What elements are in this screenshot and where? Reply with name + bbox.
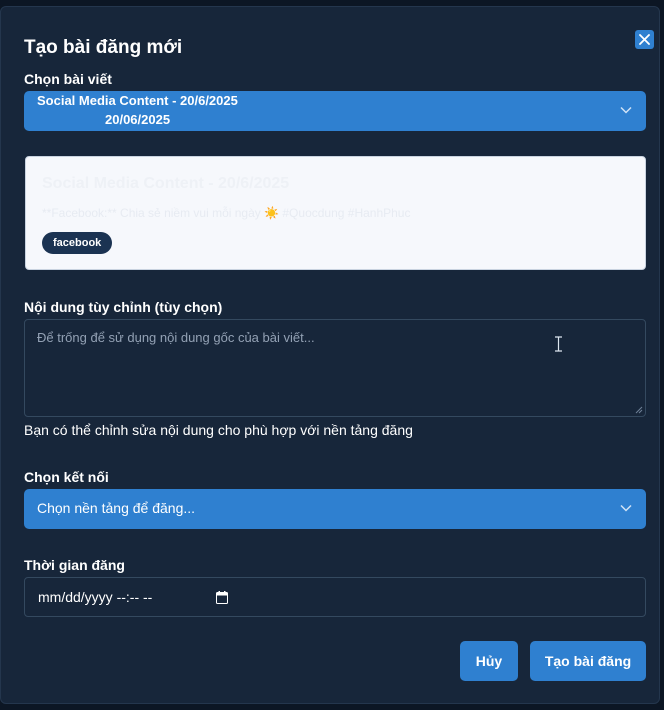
chevron-down-icon	[620, 504, 632, 512]
resize-grip-icon[interactable]	[635, 406, 643, 414]
custom-content-helper: Bạn có thể chỉnh sửa nội dung cho phù hợ…	[24, 422, 413, 438]
post-select-date: 20/06/2025	[105, 112, 171, 127]
create-post-button[interactable]: Tạo bài đăng	[530, 641, 646, 681]
connection-select-value: Chọn nền tảng để đăng...	[37, 500, 196, 516]
schedule-value: mm/dd/yyyy --:-- --	[38, 589, 153, 605]
post-select-label: Chọn bài viết	[24, 71, 112, 87]
post-select-value: Social Media Content - 20/6/2025	[37, 93, 238, 108]
preview-body: **Facebook:** Chia sẻ niềm vui mỗi ngày …	[42, 206, 411, 220]
calendar-icon[interactable]	[216, 591, 228, 604]
connection-select[interactable]: Chọn nền tảng để đăng...	[24, 489, 646, 529]
modal-title: Tạo bài đăng mới	[24, 37, 183, 58]
connection-label: Chọn kết nối	[24, 469, 109, 485]
cancel-button[interactable]: Hủy	[460, 641, 518, 681]
close-button[interactable]	[635, 30, 654, 49]
close-icon	[639, 34, 650, 45]
custom-content-label: Nội dung tùy chỉnh (tùy chọn)	[24, 299, 223, 315]
chevron-down-icon	[620, 106, 632, 114]
post-preview-card: Social Media Content - 20/6/2025 **Faceb…	[25, 156, 646, 270]
create-post-modal: Tạo bài đăng mới Chọn bài viết Social Me…	[0, 6, 660, 704]
post-select[interactable]: Social Media Content - 20/6/2025 20/06/2…	[24, 91, 646, 131]
preview-title: Social Media Content - 20/6/2025	[42, 175, 290, 192]
custom-content-placeholder: Để trống để sử dụng nội dung gốc của bài…	[37, 330, 315, 345]
schedule-datetime-input[interactable]: mm/dd/yyyy --:-- --	[24, 577, 646, 617]
custom-content-textarea[interactable]: Để trống để sử dụng nội dung gốc của bài…	[24, 319, 646, 417]
schedule-label: Thời gian đăng	[24, 557, 125, 573]
platform-tag: facebook	[42, 232, 113, 254]
text-cursor-icon	[555, 336, 562, 352]
